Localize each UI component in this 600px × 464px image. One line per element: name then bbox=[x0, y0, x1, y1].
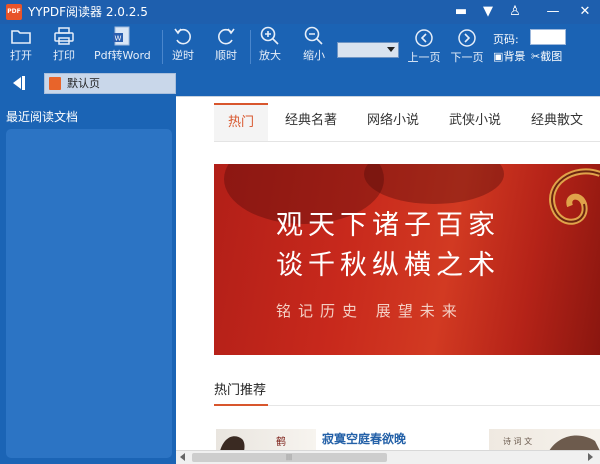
printer-icon bbox=[54, 27, 74, 45]
page-number-label: 页码: bbox=[493, 33, 519, 46]
rotate-left-icon bbox=[174, 28, 191, 45]
horizontal-scrollbar[interactable]: ||| bbox=[176, 450, 600, 464]
folder-icon bbox=[11, 30, 31, 44]
arrow-right-circle-icon bbox=[458, 29, 476, 47]
close-button[interactable]: ✕ bbox=[572, 1, 598, 23]
recent-docs-title: 最近阅读文档 bbox=[6, 110, 79, 124]
zoom-in-icon bbox=[260, 26, 279, 45]
tab-hot[interactable]: 热门 bbox=[214, 103, 268, 141]
pdf-to-word-button[interactable]: W Pdf转Word bbox=[94, 26, 151, 62]
background-icon: ▣ bbox=[493, 50, 504, 63]
pdf-to-word-label: Pdf转Word bbox=[94, 49, 151, 62]
rotate-cw-label: 顺时 bbox=[215, 49, 237, 62]
tabs-divider bbox=[214, 141, 600, 142]
svg-text:鹤: 鹤 bbox=[276, 435, 286, 448]
tab-classics[interactable]: 经典名著 bbox=[280, 103, 342, 141]
banner-headline-1: 观天下诸子百家 bbox=[276, 210, 500, 241]
prev-page-button[interactable]: 上一页 bbox=[407, 28, 441, 64]
grip-icon: ||| bbox=[286, 454, 293, 461]
tab-default-page[interactable]: 默认页 bbox=[44, 73, 176, 94]
banner-scroll-ornament bbox=[549, 168, 600, 225]
tab-web-novels[interactable]: 网络小说 bbox=[362, 103, 424, 141]
print-label: 打印 bbox=[53, 49, 75, 62]
background-button[interactable]: ▣背景 bbox=[493, 50, 525, 63]
background-label: 背景 bbox=[503, 50, 526, 63]
prev-page-label: 上一页 bbox=[407, 51, 441, 64]
print-button[interactable]: 打印 bbox=[50, 26, 78, 62]
message-icon[interactable]: ▬ bbox=[448, 1, 474, 23]
word-doc-icon: W bbox=[113, 26, 130, 46]
rotate-cw-button[interactable]: 顺时 bbox=[213, 26, 239, 62]
page-number-input[interactable] bbox=[530, 29, 566, 45]
zoom-in-label: 放大 bbox=[259, 49, 281, 62]
book-cover-thumbnail[interactable]: 诗 词 文 bbox=[489, 429, 600, 451]
next-page-label: 下一页 bbox=[450, 51, 484, 64]
zoom-out-icon bbox=[304, 26, 323, 45]
window-title: YYPDF阅读器 2.0.2.5 bbox=[28, 5, 148, 19]
svg-text:诗 词 文: 诗 词 文 bbox=[503, 436, 532, 446]
book-title-link[interactable]: 寂寞空庭春欲晚 bbox=[322, 430, 406, 447]
pdf-file-icon bbox=[49, 77, 61, 90]
screenshot-button[interactable]: ✂截图 bbox=[531, 50, 562, 63]
open-button[interactable]: 打开 bbox=[8, 26, 34, 62]
tab-wuxia[interactable]: 武侠小说 bbox=[444, 103, 506, 141]
promo-banner[interactable]: 观天下诸子百家 谈千秋纵横之术 铭记历史 展望未来 bbox=[214, 164, 600, 355]
book-cover-thumbnail[interactable]: 鹤 bbox=[216, 429, 316, 451]
tab-default-page-label: 默认页 bbox=[67, 77, 100, 90]
content-area: 热门 经典名著 网络小说 武侠小说 经典散文 观天下诸子百家 谈千秋纵横之术 铭… bbox=[176, 96, 600, 451]
dropdown-menu-icon[interactable]: ▼ bbox=[475, 1, 501, 23]
skin-icon[interactable]: ♙ bbox=[502, 1, 528, 23]
rotate-ccw-button[interactable]: 逆时 bbox=[170, 26, 196, 62]
chevron-down-icon bbox=[387, 47, 395, 52]
toolbar-divider bbox=[250, 30, 251, 64]
zoom-out-button[interactable]: 缩小 bbox=[301, 26, 327, 62]
scroll-right-icon[interactable] bbox=[588, 453, 593, 461]
toolbar-divider bbox=[162, 30, 163, 64]
zoom-in-button[interactable]: 放大 bbox=[257, 26, 283, 62]
recent-docs-list[interactable] bbox=[6, 129, 172, 458]
book-cover-art: 诗 词 文 bbox=[503, 435, 600, 451]
document-tab-bar: 默认页 bbox=[0, 70, 600, 96]
screenshot-label: 截图 bbox=[540, 50, 563, 63]
banner-ink-decoration bbox=[364, 164, 504, 204]
section-divider bbox=[214, 405, 600, 406]
category-tabs: 热门 经典名著 网络小说 武侠小说 经典散文 bbox=[214, 103, 600, 141]
rotate-right-icon bbox=[218, 28, 235, 45]
svg-text:W: W bbox=[115, 35, 122, 43]
book-cover-art: 鹤 bbox=[220, 435, 286, 451]
scissors-icon: ✂ bbox=[531, 50, 541, 63]
section-title-hot-recommend: 热门推荐 bbox=[214, 383, 267, 398]
open-label: 打开 bbox=[10, 49, 32, 62]
arrow-left-circle-icon bbox=[415, 29, 433, 47]
scroll-left-icon[interactable] bbox=[180, 453, 185, 461]
scrollbar-thumb[interactable]: ||| bbox=[192, 453, 387, 462]
section-accent-bar bbox=[214, 404, 268, 406]
app-logo-icon: PDF bbox=[6, 4, 22, 20]
tab-prose[interactable]: 经典散文 bbox=[526, 103, 588, 141]
zoom-out-label: 缩小 bbox=[303, 49, 325, 62]
zoom-level-select[interactable] bbox=[337, 42, 399, 58]
rotate-ccw-label: 逆时 bbox=[172, 49, 194, 62]
banner-headline-2: 谈千秋纵横之术 bbox=[276, 250, 500, 281]
sidebar: 最近阅读文档 bbox=[0, 96, 176, 464]
collapse-sidebar-icon[interactable] bbox=[10, 75, 28, 91]
minimize-button[interactable]: — bbox=[540, 1, 566, 23]
next-page-button[interactable]: 下一页 bbox=[450, 28, 484, 64]
title-bar: PDF YYPDF阅读器 2.0.2.5 ▬ ▼ ♙ — ✕ bbox=[0, 0, 600, 24]
banner-tagline: 铭记历史 展望未来 bbox=[276, 302, 464, 320]
